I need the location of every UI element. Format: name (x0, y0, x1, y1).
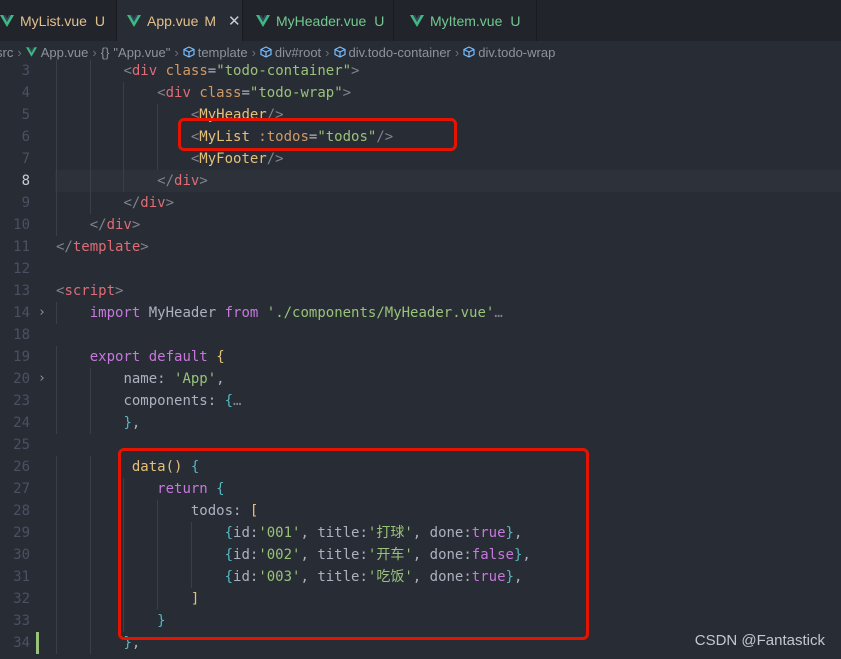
tab-label: MyList.vue (20, 12, 87, 29)
code-line[interactable]: 18 (0, 324, 841, 346)
tab-status-badge: M (204, 12, 217, 29)
line-number: 5 (21, 107, 30, 123)
fold-chevron-icon[interactable]: › (38, 368, 50, 390)
line-number: 18 (13, 327, 30, 343)
module-braces-icon: {} (100, 44, 110, 60)
cube-icon (183, 46, 195, 58)
line-number: 10 (13, 217, 30, 233)
modified-line-marker (36, 632, 39, 654)
code-text: <script> (56, 283, 124, 299)
line-number: 13 (13, 283, 30, 299)
breadcrumb-item-template[interactable]: template (183, 45, 248, 60)
watermark: CSDN @Fantastick (694, 632, 825, 649)
line-number: 14 (13, 305, 30, 321)
code-line[interactable]: 9 </div> (0, 192, 841, 214)
breadcrumb-item-module[interactable]: {} "App.vue" (101, 45, 171, 60)
tab-app[interactable]: App.vue M ✕ (117, 0, 243, 41)
code-line[interactable]: 11 </template> (0, 236, 841, 258)
tab-mylist[interactable]: MyList.vue U (0, 0, 117, 41)
line-number: 33 (13, 613, 30, 629)
line-number: 12 (13, 261, 30, 277)
code-text: export default { (89, 349, 225, 365)
line-number: 11 (13, 239, 30, 255)
line-number: 30 (13, 547, 30, 563)
line-number: 3 (21, 63, 30, 79)
line-number: 20 (13, 371, 30, 387)
line-number: 23 (13, 393, 30, 409)
breadcrumb-item-wrap[interactable]: div.todo-wrap (463, 45, 555, 60)
tab-status-badge: U (94, 12, 106, 29)
code-text: <div class="todo-wrap"> (157, 85, 352, 101)
line-number: 8 (21, 173, 30, 189)
chevron-right-icon: › (454, 44, 460, 60)
code-line[interactable]: 7 <MyFooter/> (0, 148, 841, 170)
code-line[interactable]: 4 <div class="todo-wrap"> (0, 82, 841, 104)
code-line[interactable]: 20 › name: 'App', (0, 368, 841, 390)
line-number: 6 (21, 129, 30, 145)
line-number: 29 (13, 525, 30, 541)
editor-tab-bar: MyList.vue U App.vue M ✕ MyHeader.vue U … (0, 0, 841, 41)
code-line[interactable]: 3 <div class="todo-container"> (0, 60, 841, 82)
code-text: </template> (56, 239, 149, 255)
line-number: 9 (21, 195, 30, 211)
line-number: 26 (13, 459, 30, 475)
vue-file-icon (0, 14, 14, 27)
vue-file-icon (127, 14, 141, 27)
fold-chevron-icon[interactable]: › (38, 302, 50, 324)
code-text: </div> (89, 217, 141, 233)
code-line[interactable]: 14 › import MyHeader from './components/M… (0, 302, 841, 324)
line-number: 4 (21, 85, 30, 101)
tab-label: MyHeader.vue (276, 12, 367, 29)
tab-myitem[interactable]: MyItem.vue U (394, 0, 537, 41)
tab-status-badge: U (374, 12, 385, 29)
line-number: 34 (13, 635, 30, 651)
chevron-right-icon: › (92, 44, 97, 60)
tab-label: MyItem.vue (430, 12, 503, 29)
line-number: 31 (13, 569, 30, 585)
code-text: components: {… (123, 393, 242, 409)
code-line[interactable]: 19 export default { (0, 346, 841, 368)
chevron-right-icon: › (325, 44, 330, 60)
cube-icon (333, 46, 346, 58)
highlight-box-mylist (178, 118, 457, 151)
vue-file-icon (410, 14, 424, 27)
breadcrumb-item-src[interactable]: src (0, 45, 13, 60)
vue-file-icon (25, 47, 37, 57)
line-number: 24 (13, 415, 30, 431)
tab-label: App.vue (147, 12, 199, 29)
chevron-right-icon: › (174, 44, 179, 60)
code-text: <div class="todo-container"> (123, 63, 360, 79)
chevron-right-icon: › (17, 44, 22, 60)
code-line[interactable]: 24 }, (0, 412, 841, 434)
vue-file-icon (256, 14, 270, 27)
highlight-box-data (118, 448, 589, 640)
code-line[interactable]: 8 </div> (0, 170, 841, 192)
code-text: <MyFooter/> (190, 151, 284, 167)
line-number: 28 (13, 503, 30, 519)
tab-status-badge: U (510, 12, 521, 29)
code-text: </div> (123, 195, 175, 211)
chevron-right-icon: › (251, 44, 256, 60)
tab-myheader[interactable]: MyHeader.vue U (243, 0, 394, 41)
breadcrumb-item-container[interactable]: div.todo-container (333, 45, 451, 60)
breadcrumb-item-root[interactable]: div#root (260, 45, 321, 60)
code-text: import MyHeader from './components/MyHea… (89, 305, 503, 321)
code-text: </div> (157, 173, 208, 189)
code-text: name: 'App', (123, 371, 225, 387)
code-line[interactable]: 10 </div> (0, 214, 841, 236)
line-number: 19 (13, 349, 30, 365)
cube-icon (463, 46, 475, 58)
cube-icon (260, 46, 272, 58)
code-line[interactable]: 23 components: {… (0, 390, 841, 412)
code-text: }, (123, 415, 141, 431)
code-line[interactable]: 12 (0, 258, 841, 280)
line-number: 27 (13, 481, 30, 497)
line-number: 32 (13, 591, 30, 607)
breadcrumb-item-file[interactable]: App.vue (25, 45, 88, 60)
close-icon[interactable]: ✕ (228, 12, 241, 30)
line-number: 7 (21, 151, 30, 167)
line-number: 25 (13, 437, 30, 453)
code-line[interactable]: 13 <script> (0, 280, 841, 302)
